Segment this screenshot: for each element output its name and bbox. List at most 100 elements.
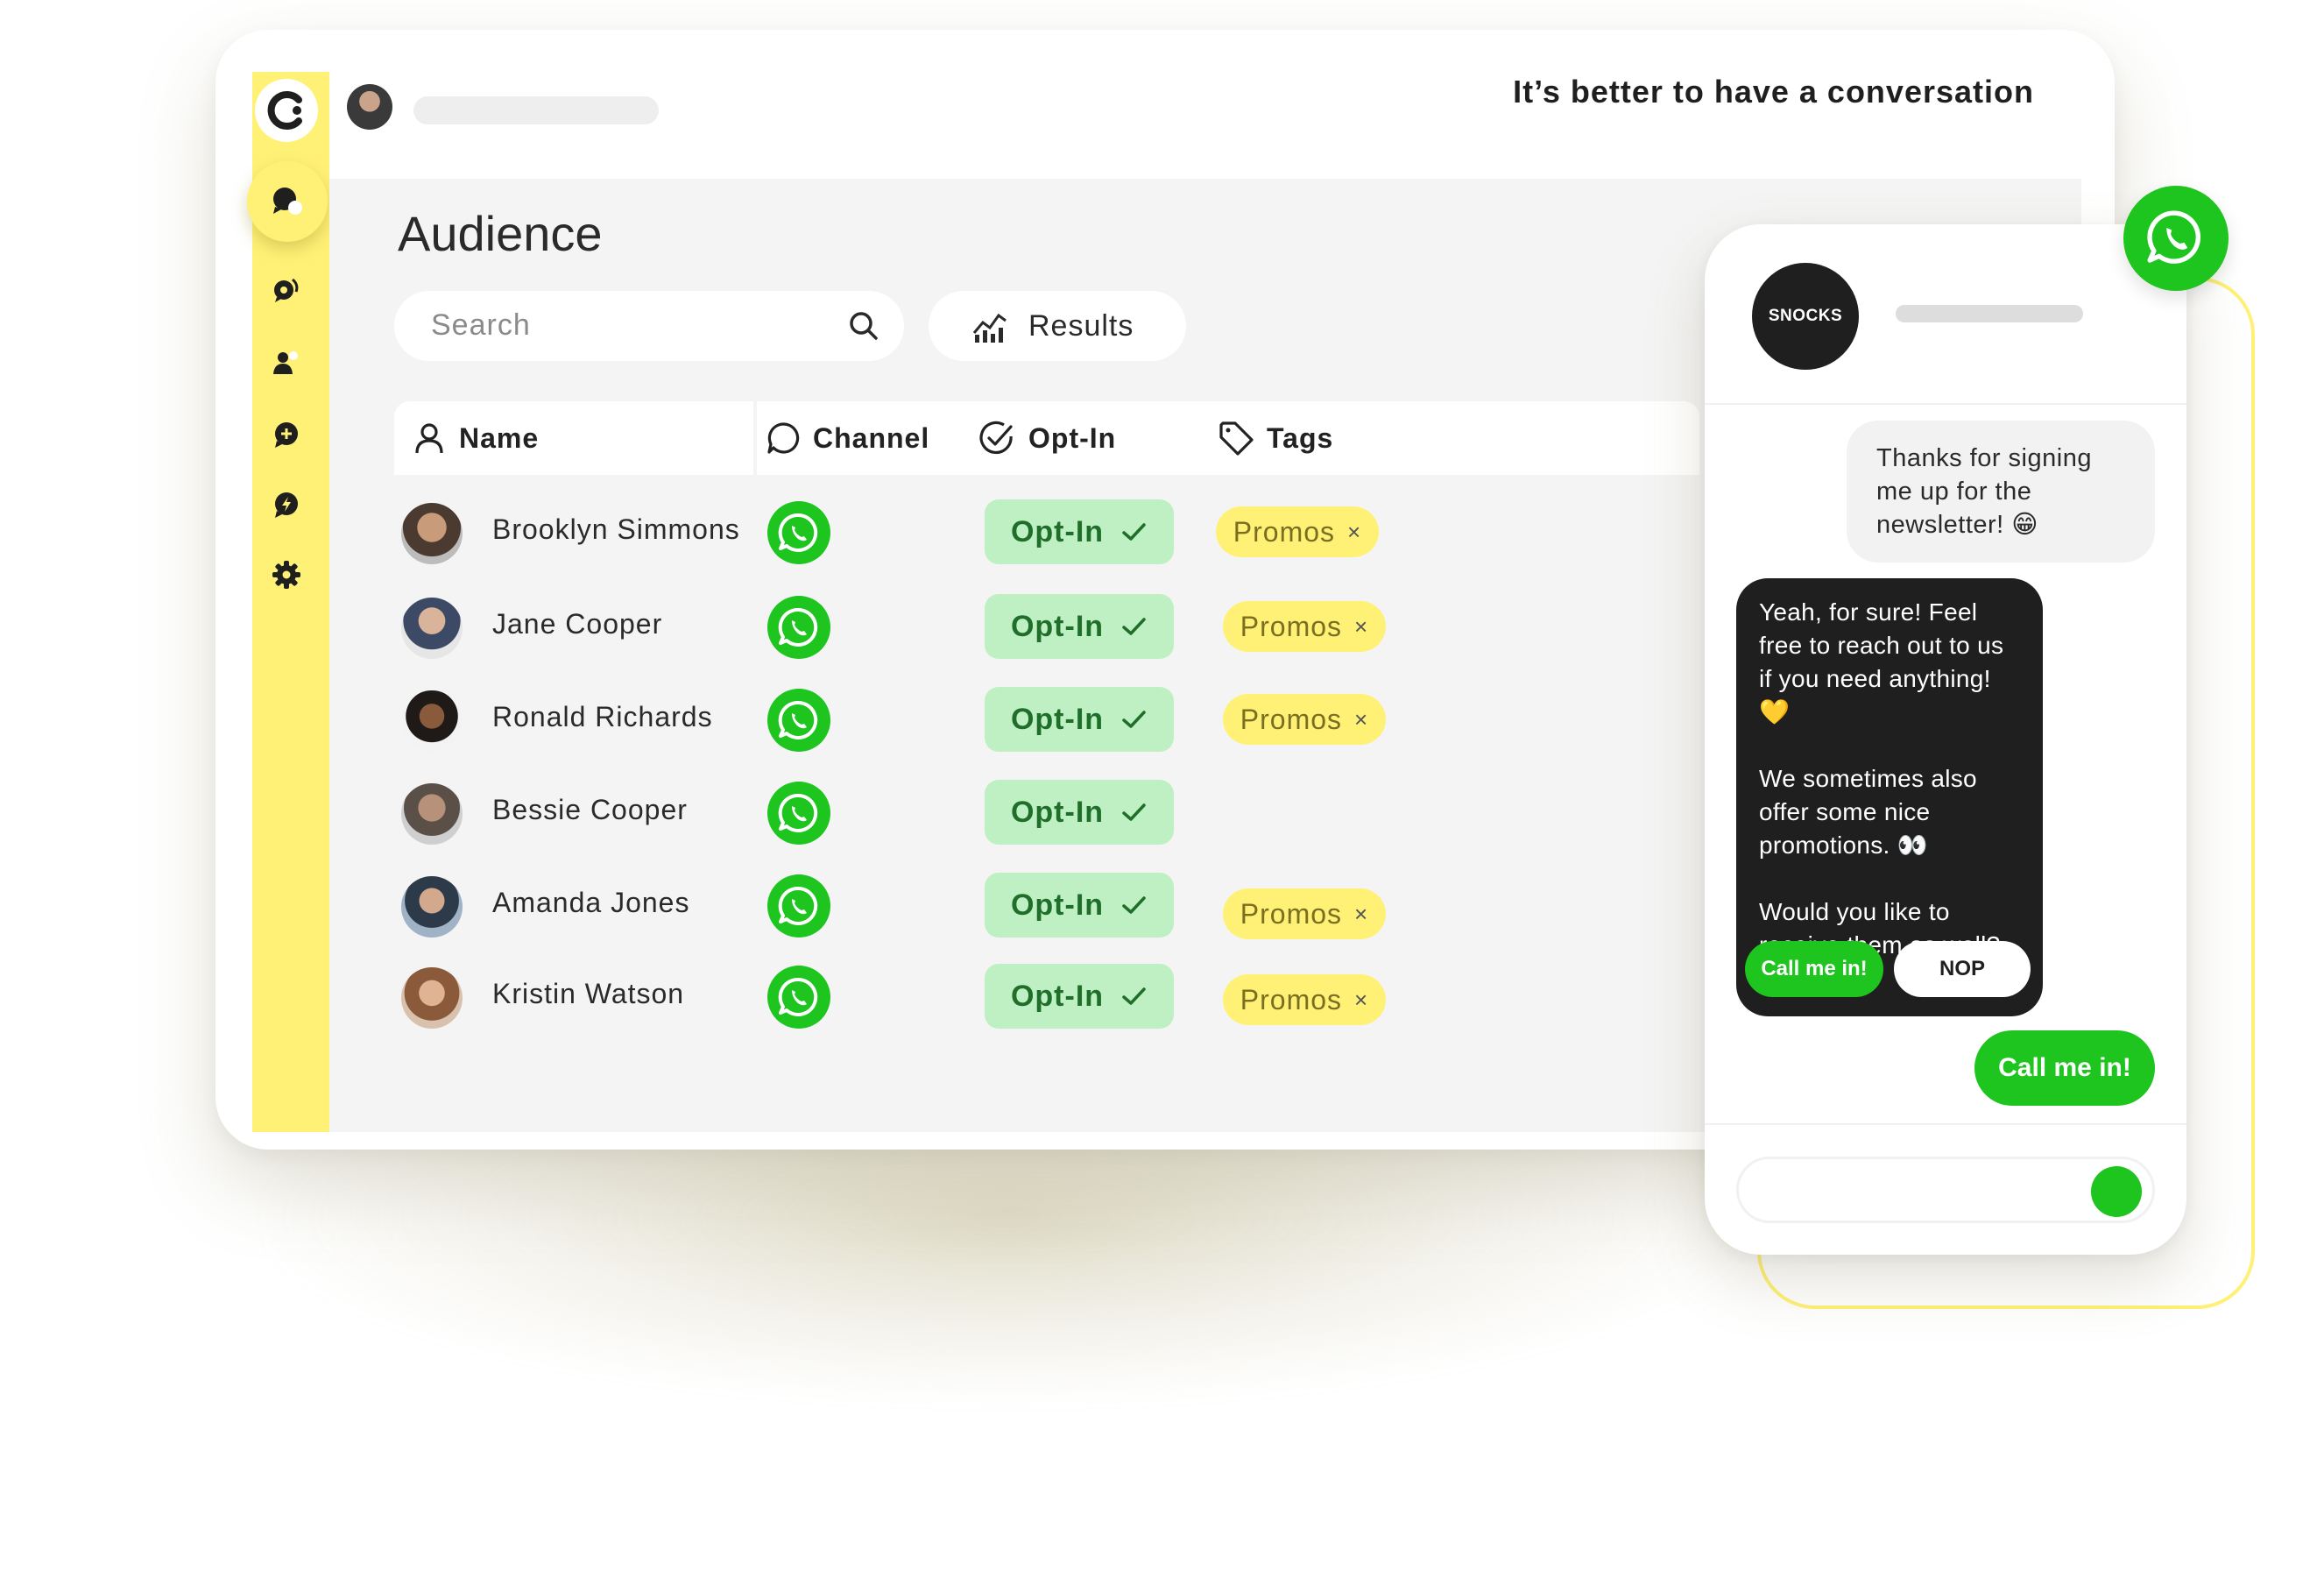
optin-label: Opt-In <box>1010 888 1105 922</box>
add-message-icon <box>275 422 298 448</box>
whatsapp-icon <box>767 782 830 845</box>
user-avatar[interactable] <box>347 84 392 130</box>
person-icon <box>415 423 443 454</box>
app-logo[interactable] <box>255 79 318 142</box>
optin-label: Opt-In <box>1010 702 1105 736</box>
contact-name: Bessie Cooper <box>492 794 688 825</box>
bot-message-line: Yeah, for sure! Feel free to reach out t… <box>1759 598 2004 725</box>
optin-label: Opt-In <box>1010 514 1105 548</box>
chat-header: SNOCKS <box>1705 224 2186 405</box>
column-header-tags[interactable]: Tags <box>1218 401 1333 475</box>
call-me-in-button[interactable]: Call me in! <box>1745 941 1883 997</box>
contact-name: Brooklyn Simmons <box>492 513 740 545</box>
remove-tag-icon[interactable]: × <box>1354 706 1368 733</box>
whatsapp-badge <box>2123 186 2229 291</box>
tag-label: Promos <box>1240 703 1343 735</box>
nop-button[interactable]: NOP <box>1894 941 2031 997</box>
remove-tag-icon[interactable]: × <box>1347 519 1361 546</box>
remove-tag-icon[interactable]: × <box>1354 987 1368 1014</box>
table-row[interactable]: Bessie Cooper Opt-In <box>394 769 1699 857</box>
optin-label: Opt-In <box>1010 795 1105 829</box>
column-label: Opt-In <box>1028 421 1117 454</box>
whatsapp-icon <box>767 874 830 938</box>
column-header-optin[interactable]: Opt-In <box>978 401 1116 475</box>
checkmark-icon <box>1122 711 1146 728</box>
search-icon[interactable] <box>846 308 881 343</box>
sidebar-item-conversations[interactable] <box>247 161 328 242</box>
sidebar-item-new-message[interactable] <box>271 419 302 450</box>
remove-tag-icon[interactable]: × <box>1354 901 1368 928</box>
optin-badge: Opt-In <box>985 780 1174 845</box>
chart-icon <box>972 313 1007 343</box>
search-placeholder: Search <box>431 308 531 342</box>
whatsapp-icon <box>2147 210 2200 264</box>
optin-badge: Opt-In <box>985 964 1174 1029</box>
column-divider <box>753 401 757 475</box>
whatsapp-icon <box>767 689 830 752</box>
chat-outline-icon <box>767 422 800 454</box>
optin-badge: Opt-In <box>985 687 1174 752</box>
table-row[interactable]: Kristin Watson Opt-In Promos × <box>394 953 1699 1041</box>
tag-label: Promos <box>1240 610 1343 642</box>
avatar <box>401 503 463 564</box>
check-circle-icon <box>979 421 1013 455</box>
optin-badge: Opt-In <box>985 594 1174 659</box>
table-row[interactable]: Amanda Jones Opt-In Promos × <box>394 862 1699 950</box>
optin-label: Opt-In <box>1010 609 1105 643</box>
checkmark-icon <box>1122 803 1146 821</box>
automation-icon <box>275 492 298 518</box>
message-input[interactable] <box>1736 1157 2155 1223</box>
tag-label: Promos <box>1240 983 1343 1015</box>
column-header-name[interactable]: Name <box>412 401 539 475</box>
chat-phone: SNOCKS Thanks for signing me up for the … <box>1705 224 2186 1255</box>
tag-chip[interactable]: Promos × <box>1223 601 1386 652</box>
user-reply-bubble: Call me in! <box>1974 1030 2155 1106</box>
send-button[interactable] <box>2091 1166 2142 1217</box>
audience-icon <box>273 351 298 374</box>
column-label: Tags <box>1267 421 1334 454</box>
table-row[interactable]: Brooklyn Simmons Opt-In Promos × <box>394 489 1699 577</box>
bot-message-line: We sometimes also offer some nice promot… <box>1759 765 1977 859</box>
avatar <box>401 598 463 659</box>
tagline: It’s better to have a conversation <box>1513 74 2034 110</box>
tag-chip[interactable]: Promos × <box>1223 974 1386 1025</box>
sidebar-item-broadcast[interactable] <box>271 273 302 305</box>
column-label: Channel <box>813 421 930 454</box>
whatsapp-icon <box>767 966 830 1029</box>
user-message-bubble: Thanks for signing me up for the newslet… <box>1847 421 2155 563</box>
gear-icon <box>272 561 300 589</box>
checkmark-icon <box>1122 523 1146 541</box>
whatsapp-icon <box>767 501 830 564</box>
checkmark-icon <box>1122 896 1146 914</box>
optin-label: Opt-In <box>1010 979 1105 1013</box>
whatsapp-icon <box>767 596 830 659</box>
checkmark-icon <box>1122 618 1146 635</box>
search-input[interactable]: Search <box>394 291 904 361</box>
column-header-channel[interactable]: Channel <box>766 401 929 475</box>
contact-name: Ronald Richards <box>492 701 713 732</box>
sidebar-item-settings[interactable] <box>271 559 302 591</box>
table-row[interactable]: Jane Cooper Opt-In Promos × <box>394 584 1699 671</box>
optin-badge: Opt-In <box>985 499 1174 564</box>
results-label: Results <box>1028 308 1134 343</box>
column-label: Name <box>459 421 540 454</box>
tag-chip[interactable]: Promos × <box>1223 888 1386 939</box>
tag-icon <box>1219 421 1254 456</box>
chat-name-placeholder <box>1896 305 2083 322</box>
logo-icon <box>267 91 302 130</box>
tag-label: Promos <box>1233 515 1336 548</box>
page-title: Audience <box>398 206 603 261</box>
user-name-placeholder <box>413 96 659 124</box>
remove-tag-icon[interactable]: × <box>1354 613 1368 640</box>
contact-name: Amanda Jones <box>492 887 690 918</box>
tag-chip[interactable]: Promos × <box>1216 506 1379 557</box>
contact-name: Kristin Watson <box>492 978 685 1009</box>
tag-label: Promos <box>1240 897 1343 930</box>
sidebar-item-audience[interactable] <box>271 347 302 379</box>
chat-bubble-icon <box>273 188 302 215</box>
tag-chip[interactable]: Promos × <box>1223 694 1386 745</box>
sidebar-item-automation[interactable] <box>271 489 302 520</box>
table-row[interactable]: Ronald Richards Opt-In Promos × <box>394 676 1699 764</box>
contact-name: Jane Cooper <box>492 608 663 640</box>
results-button[interactable]: Results <box>929 291 1186 361</box>
